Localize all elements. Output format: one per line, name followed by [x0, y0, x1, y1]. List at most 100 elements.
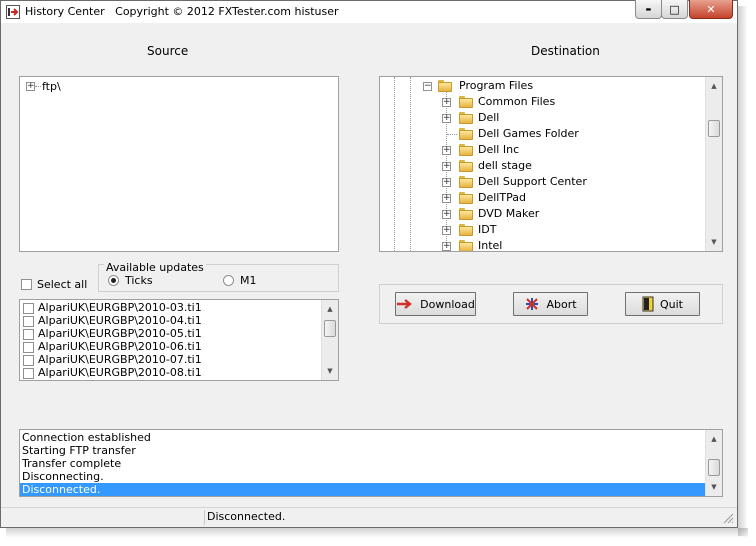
- tree-connector: [447, 134, 457, 135]
- dest-tree-item[interactable]: Dell Support Center: [478, 175, 587, 188]
- dest-tree-item[interactable]: Dell Inc: [478, 143, 519, 156]
- scroll-thumb[interactable]: [324, 320, 336, 337]
- dest-tree-item[interactable]: Dell: [478, 111, 499, 124]
- file-checkbox[interactable]: [23, 329, 34, 340]
- door-exit-icon: [642, 296, 654, 312]
- list-item[interactable]: AlpariUK\EURGBP\2010-06.ti1: [38, 340, 202, 353]
- ticks-radio[interactable]: [108, 275, 119, 286]
- tree-expander[interactable]: +: [26, 82, 35, 91]
- source-tree-item-ftp[interactable]: ftp\: [42, 80, 61, 93]
- scroll-thumb[interactable]: [708, 120, 720, 137]
- m1-radio-label: M1: [240, 274, 257, 287]
- tree-expander[interactable]: +: [442, 242, 451, 251]
- list-item[interactable]: AlpariUK\EURGBP\2010-08.ti1: [38, 366, 202, 379]
- close-button[interactable]: ✕: [689, 0, 733, 19]
- status-text: Disconnected.: [207, 510, 286, 523]
- m1-radio[interactable]: [223, 275, 234, 286]
- dest-tree-item[interactable]: DVD Maker: [478, 207, 539, 220]
- scroll-down-icon[interactable]: ▼: [706, 479, 722, 495]
- tree-expander[interactable]: +: [442, 162, 451, 171]
- folder-icon: [459, 192, 473, 204]
- download-arrow-icon: [397, 299, 413, 309]
- list-item[interactable]: AlpariUK\EURGBP\2010-03.ti1: [38, 301, 202, 314]
- log-line[interactable]: Transfer complete: [20, 457, 707, 470]
- window-shadow-bottom: [6, 528, 748, 538]
- folder-icon: [459, 128, 473, 140]
- tree-expander[interactable]: +: [442, 210, 451, 219]
- dest-tree-item[interactable]: dell stage: [478, 159, 532, 172]
- window-shadow-right: [738, 6, 748, 536]
- scroll-up-icon[interactable]: ▲: [706, 78, 722, 94]
- abort-button[interactable]: Abort: [513, 292, 588, 316]
- file-checkbox[interactable]: [23, 342, 34, 353]
- log-scrollbar[interactable]: ▲ ▼: [705, 430, 722, 496]
- title-bar[interactable]: History Center Copyright © 2012 FXTester…: [1, 1, 737, 23]
- destination-scrollbar[interactable]: ▲ ▼: [705, 77, 722, 251]
- scroll-down-icon[interactable]: ▼: [706, 234, 722, 250]
- folder-icon: [459, 176, 473, 188]
- maximize-button[interactable]: □: [661, 0, 688, 19]
- folder-icon: [459, 224, 473, 236]
- tree-expander[interactable]: +: [442, 226, 451, 235]
- list-item[interactable]: AlpariUK\EURGBP\2010-05.ti1: [38, 327, 202, 340]
- file-checkbox[interactable]: [23, 303, 34, 314]
- minimize-icon: ▬: [645, 5, 652, 13]
- abort-button-label: Abort: [546, 297, 577, 311]
- available-updates-legend: Available updates: [104, 261, 206, 274]
- scroll-thumb[interactable]: [708, 459, 720, 476]
- tree-expander[interactable]: +: [442, 146, 451, 155]
- log-line[interactable]: Connection established: [20, 431, 707, 444]
- quit-button[interactable]: Quit: [625, 292, 700, 316]
- log-line[interactable]: Starting FTP transfer: [20, 444, 707, 457]
- tree-expander[interactable]: +: [442, 178, 451, 187]
- source-tree[interactable]: + ftp\: [19, 76, 339, 252]
- dest-tree-item[interactable]: DellTPad: [478, 191, 526, 204]
- folder-icon: [438, 80, 452, 92]
- log-list[interactable]: Connection established Starting FTP tran…: [19, 429, 723, 497]
- dest-tree-item[interactable]: Dell Games Folder: [478, 127, 579, 140]
- dest-tree-item[interactable]: Intel: [478, 239, 502, 251]
- tree-connector: [35, 86, 41, 87]
- select-all-label: Select all: [37, 278, 88, 291]
- tree-guide-line: [410, 77, 411, 251]
- tree-expander[interactable]: −: [423, 82, 432, 91]
- tree-expander[interactable]: +: [442, 194, 451, 203]
- status-panel-empty: [3, 510, 205, 525]
- destination-tree[interactable]: − Program Files + Common Files + Dell De…: [379, 76, 723, 252]
- app-icon: [6, 5, 20, 19]
- status-bar: Disconnected.: [1, 507, 737, 527]
- select-all-checkbox[interactable]: [21, 279, 32, 290]
- log-line[interactable]: Disconnecting.: [20, 470, 707, 483]
- dest-tree-item-program-files[interactable]: Program Files: [459, 79, 533, 92]
- download-button[interactable]: Download: [395, 292, 476, 316]
- folder-icon: [459, 208, 473, 220]
- file-list-scrollbar[interactable]: ▲ ▼: [321, 300, 338, 380]
- close-icon: ✕: [706, 2, 716, 16]
- folder-icon: [459, 144, 473, 156]
- folder-icon: [459, 240, 473, 251]
- resize-grip-icon[interactable]: [723, 513, 734, 524]
- tree-expander[interactable]: +: [442, 98, 451, 107]
- list-item[interactable]: AlpariUK\EURGBP\2010-07.ti1: [38, 353, 202, 366]
- scroll-up-icon[interactable]: ▲: [706, 431, 722, 447]
- abort-icon: [526, 298, 539, 310]
- window-title: History Center Copyright © 2012 FXTester…: [25, 5, 339, 18]
- minimize-button[interactable]: ▬: [635, 0, 662, 19]
- folder-icon: [459, 160, 473, 172]
- tree-expander[interactable]: +: [442, 114, 451, 123]
- dest-tree-item[interactable]: IDT: [478, 223, 496, 236]
- list-item[interactable]: AlpariUK\EURGBP\2010-04.ti1: [38, 314, 202, 327]
- destination-label: Destination: [531, 44, 600, 58]
- file-checkbox[interactable]: [23, 355, 34, 366]
- scroll-up-icon[interactable]: ▲: [322, 301, 338, 317]
- update-file-list[interactable]: AlpariUK\EURGBP\2010-03.ti1 AlpariUK\EUR…: [19, 299, 339, 381]
- file-checkbox[interactable]: [23, 316, 34, 327]
- dest-tree-item[interactable]: Common Files: [478, 95, 555, 108]
- maximize-icon: □: [669, 2, 680, 16]
- scroll-down-icon[interactable]: ▼: [322, 363, 338, 379]
- log-line-selected[interactable]: Disconnected.: [20, 483, 707, 496]
- tree-guide-line: [394, 77, 395, 251]
- file-checkbox[interactable]: [23, 368, 34, 379]
- folder-icon: [459, 112, 473, 124]
- download-button-label: Download: [420, 297, 475, 311]
